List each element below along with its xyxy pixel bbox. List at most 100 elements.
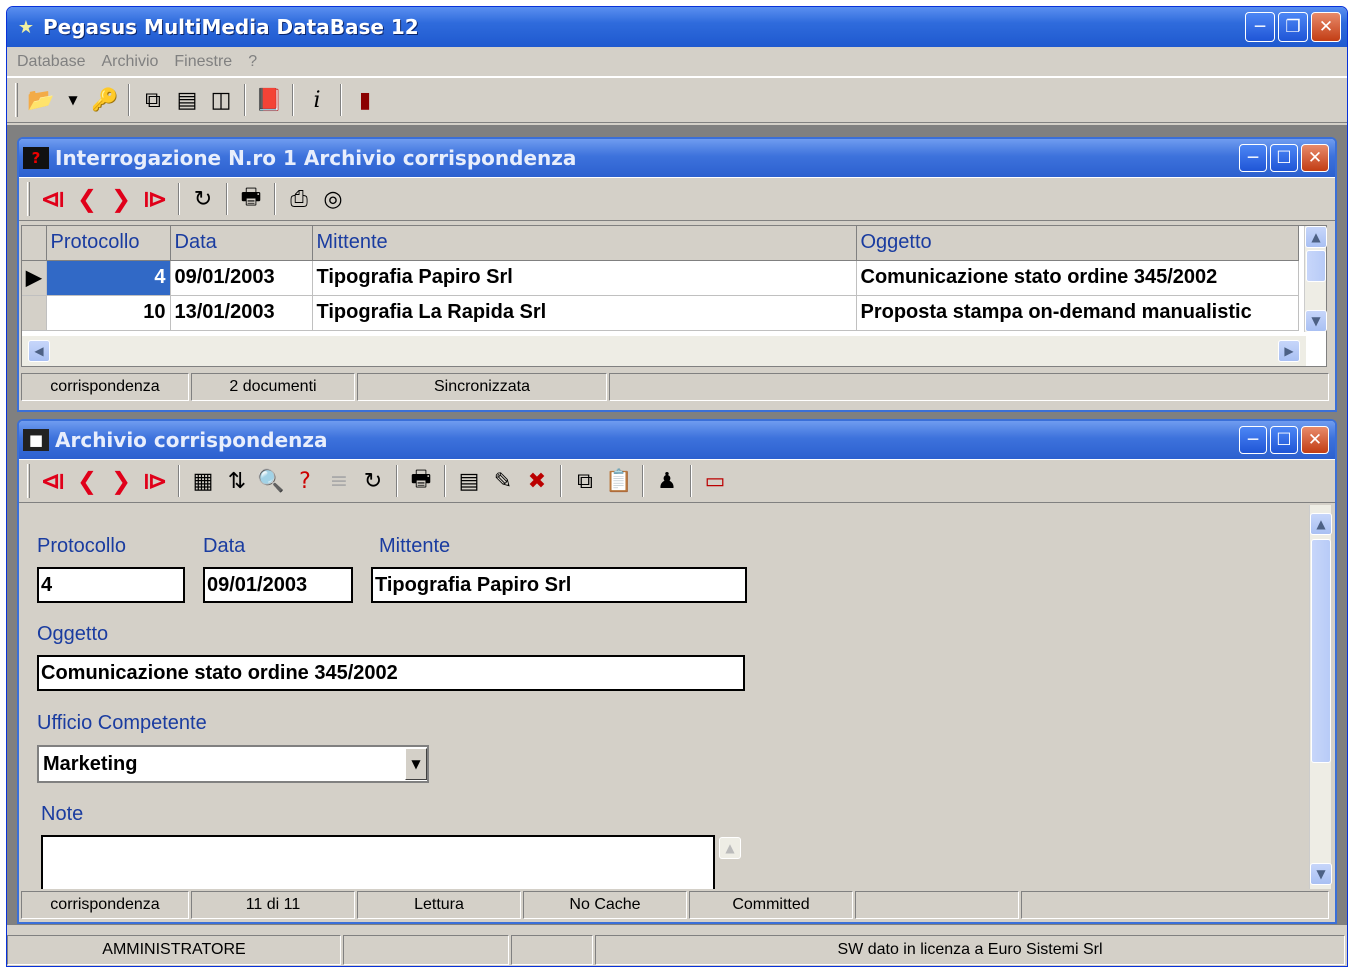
next-record-icon[interactable]: ❯	[104, 464, 138, 498]
print-preview-icon[interactable]: 🖶	[404, 464, 438, 498]
scroll-thumb[interactable]	[1311, 539, 1331, 763]
scroll-left-icon[interactable]: ◀	[28, 340, 50, 362]
cascade-windows-icon[interactable]: ⧉	[136, 83, 170, 117]
close-button[interactable]: ✕	[1311, 12, 1341, 42]
cell-protocollo[interactable]: 10	[46, 295, 171, 331]
delete-record-icon[interactable]: ✖	[520, 464, 554, 498]
query-maximize-button[interactable]: ☐	[1270, 144, 1298, 172]
exit-door-icon[interactable]: ▮	[348, 83, 382, 117]
query-toolbar: ⧏ ❮ ❯ ⧐ ↻ 🖶 ⎙ ◎	[19, 177, 1335, 221]
grid-horizontal-scrollbar[interactable]: ◀ ▶	[22, 336, 1306, 366]
copy-icon[interactable]: ⧉	[568, 464, 602, 498]
tile-horizontal-icon[interactable]: ▤	[170, 83, 204, 117]
table-view-icon[interactable]: ▦	[186, 464, 220, 498]
menu-database[interactable]: Database	[11, 53, 96, 71]
toolbar-grip[interactable]	[15, 83, 18, 117]
menu-archivio[interactable]: Archivio	[96, 53, 169, 71]
scroll-up-icon[interactable]: ▲	[1310, 513, 1332, 535]
next-record-icon[interactable]: ❯	[104, 182, 138, 216]
menu-finestre[interactable]: Finestre	[168, 53, 242, 71]
cell-protocollo[interactable]: 4	[46, 260, 171, 296]
sort-icon[interactable]: ⇅	[220, 464, 254, 498]
table-row[interactable]: 10 13/01/2003 Tipografia La Rapida Srl P…	[22, 295, 1299, 331]
column-header-data[interactable]: Data	[170, 226, 313, 261]
cd-icon[interactable]: ◎	[316, 182, 350, 216]
last-record-icon[interactable]: ⧐	[138, 464, 172, 498]
find-icon[interactable]: 🔍	[254, 464, 288, 498]
record-maximize-button[interactable]: ☐	[1270, 426, 1298, 454]
eraser-icon[interactable]: ▭	[698, 464, 732, 498]
tile-vertical-icon[interactable]: ◫	[204, 83, 238, 117]
app-title: Pegasus MultiMedia DataBase 12	[43, 15, 419, 39]
chevron-down-icon[interactable]: ▼	[405, 748, 427, 780]
record-minimize-button[interactable]: ─	[1239, 426, 1267, 454]
restore-button[interactable]: ❐	[1278, 12, 1308, 42]
first-record-icon[interactable]: ⧏	[36, 464, 70, 498]
status-transaction: Committed	[689, 891, 853, 919]
scroll-thumb[interactable]	[1306, 250, 1326, 282]
scroll-up-icon[interactable]: ▲	[1305, 226, 1327, 248]
query-window: ? Interrogazione N.ro 1 Archivio corrisp…	[17, 137, 1337, 412]
minimize-button[interactable]: ─	[1245, 12, 1275, 42]
app-title-bar[interactable]: ★ Pegasus MultiMedia DataBase 12 ─ ❐ ✕	[7, 7, 1347, 47]
cell-data[interactable]: 13/01/2003	[170, 295, 313, 331]
record-window-title: Archivio corrispondenza	[55, 428, 328, 452]
column-header-mittente[interactable]: Mittente	[312, 226, 857, 261]
record-close-button[interactable]: ✕	[1301, 426, 1329, 454]
refresh-icon[interactable]: ↻	[186, 182, 220, 216]
cell-oggetto[interactable]: Proposta stampa on-demand manualistic	[856, 295, 1299, 331]
mittente-label: Mittente	[379, 535, 451, 557]
book-icon[interactable]: 📕	[252, 83, 286, 117]
last-record-icon[interactable]: ⧐	[138, 182, 172, 216]
mittente-field[interactable]: Tipografia Papiro Srl	[371, 567, 747, 603]
previous-record-icon[interactable]: ❮	[70, 182, 104, 216]
cell-data[interactable]: 09/01/2003	[170, 260, 313, 296]
column-header-protocollo[interactable]: Protocollo	[46, 226, 171, 261]
cell-mittente[interactable]: Tipografia La Rapida Srl	[312, 295, 857, 331]
cell-oggetto[interactable]: Comunicazione stato ordine 345/2002	[856, 260, 1299, 296]
record-window-title-bar[interactable]: ■ Archivio corrispondenza ─ ☐ ✕	[19, 421, 1335, 459]
archive-icon: ■	[23, 429, 49, 451]
print-preview-icon[interactable]: 🖶	[234, 182, 268, 216]
open-folder-icon[interactable]: 📂	[24, 83, 58, 117]
query-minimize-button[interactable]: ─	[1239, 144, 1267, 172]
dropdown-arrow-icon[interactable]: ▼	[58, 83, 88, 117]
protocollo-field[interactable]: 4	[37, 567, 185, 603]
ufficio-select[interactable]: Marketing ▼	[37, 745, 429, 783]
grid-vertical-scrollbar[interactable]: ▲ ▼	[1304, 226, 1327, 332]
status-empty	[855, 891, 1019, 919]
record-status-bar: corrispondenza 11 di 11 Lettura No Cache…	[21, 891, 1331, 919]
status-cache: No Cache	[523, 891, 687, 919]
query-close-button[interactable]: ✕	[1301, 144, 1329, 172]
form-vertical-scrollbar[interactable]: ▲ ▼	[1309, 505, 1332, 889]
cell-mittente[interactable]: Tipografia Papiro Srl	[312, 260, 857, 296]
edit-record-icon[interactable]: ✎	[486, 464, 520, 498]
first-record-icon[interactable]: ⧏	[36, 182, 70, 216]
status-empty	[609, 373, 1329, 401]
query-icon[interactable]: ?	[288, 464, 322, 498]
key-icon[interactable]: 🔑	[88, 83, 122, 117]
scroll-right-icon[interactable]: ▶	[1278, 340, 1300, 362]
record-toolbar: ⧏ ❮ ❯ ⧐ ▦ ⇅ 🔍 ? ≡ ↻ 🖶 ▤ ✎ ✖ ⧉ 📋 ♟ ▭	[19, 459, 1335, 503]
oggetto-field[interactable]: Comunicazione stato ordine 345/2002	[37, 655, 745, 691]
data-label: Data	[203, 535, 246, 557]
results-grid[interactable]: Protocollo Data Mittente Oggetto ▶ 4 09/…	[21, 225, 1327, 367]
pegasus-logo-icon: ★	[17, 16, 35, 38]
status-user: AMMINISTRATORE	[7, 935, 341, 965]
note-field[interactable]	[41, 835, 715, 889]
data-field[interactable]: 09/01/2003	[203, 567, 353, 603]
previous-record-icon[interactable]: ❮	[70, 464, 104, 498]
users-icon[interactable]: ♟	[650, 464, 684, 498]
query-window-title-bar[interactable]: ? Interrogazione N.ro 1 Archivio corrisp…	[19, 139, 1335, 177]
status-empty	[1021, 891, 1329, 919]
new-record-icon[interactable]: ▤	[452, 464, 486, 498]
note-scroll-up-icon[interactable]: ▲	[719, 837, 741, 859]
refresh-icon[interactable]: ↻	[356, 464, 390, 498]
column-header-oggetto[interactable]: Oggetto	[856, 226, 1299, 261]
info-icon[interactable]: i	[300, 83, 334, 117]
print-icon[interactable]: ⎙	[282, 182, 316, 216]
table-row[interactable]: ▶ 4 09/01/2003 Tipografia Papiro Srl Com…	[22, 260, 1299, 296]
scroll-down-icon[interactable]: ▼	[1305, 310, 1327, 332]
menu-help[interactable]: ?	[242, 53, 267, 71]
scroll-down-icon[interactable]: ▼	[1310, 863, 1332, 885]
